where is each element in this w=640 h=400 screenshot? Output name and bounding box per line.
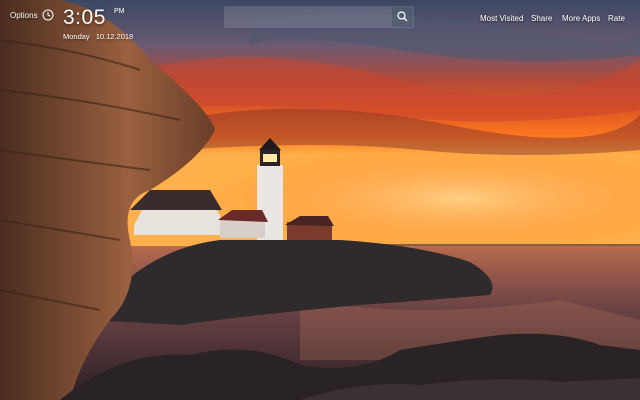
more-apps-link[interactable]: More Apps: [562, 14, 600, 23]
options-link[interactable]: Options: [10, 11, 38, 20]
date-day: Monday: [63, 32, 90, 41]
share-link[interactable]: Share: [531, 14, 552, 23]
date-value: 10.12.2018: [95, 32, 134, 41]
clock-date: Monday 10.12.2018: [63, 32, 133, 41]
search-box: [224, 6, 414, 28]
search-icon: [397, 11, 408, 22]
search-button[interactable]: [392, 7, 413, 27]
clock-icon[interactable]: [42, 9, 54, 21]
search-input[interactable]: [224, 6, 390, 28]
top-bar: Options 3:05 PM Monday 10.12.2018 Most Vi…: [0, 0, 640, 44]
background-photo: [0, 0, 640, 400]
most-visited-link[interactable]: Most Visited: [480, 14, 523, 23]
rate-link[interactable]: Rate: [608, 14, 625, 23]
clock-time: 3:05: [63, 6, 106, 29]
clock-ampm: PM: [114, 8, 125, 15]
